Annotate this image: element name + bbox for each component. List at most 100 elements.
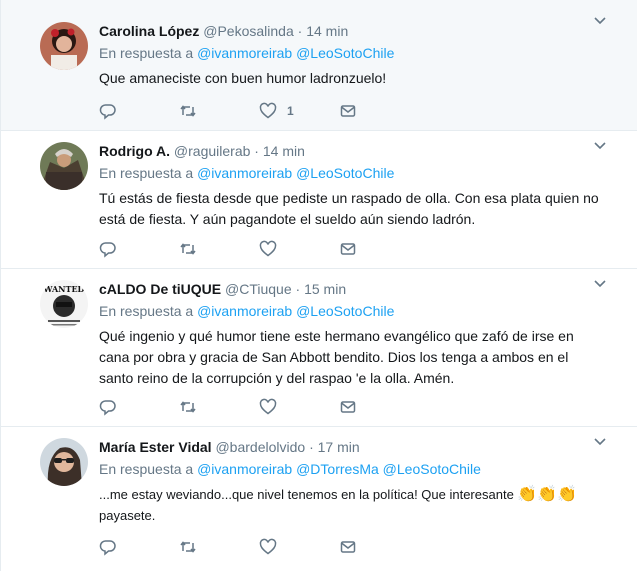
like-button[interactable]: 1	[259, 102, 339, 120]
mention-link[interactable]: @LeoSotoChile	[296, 45, 394, 61]
heart-icon	[259, 538, 277, 555]
tweet-header: Carolina López @Pekosalinda · 14 min	[99, 22, 607, 41]
like-button[interactable]	[259, 398, 339, 416]
heart-icon	[259, 398, 277, 415]
tweet-4[interactable]: María Ester Vidal @bardelolvido · 17 min…	[1, 427, 637, 570]
avatar-poster-text: WANTED	[43, 284, 85, 294]
timestamp[interactable]: 17 min	[318, 439, 360, 455]
tweet-menu-button[interactable]	[594, 438, 606, 448]
reply-timeline: Carolina López @Pekosalinda · 14 min En …	[0, 0, 637, 571]
reply-context: En respuesta a @ivanmoreirab @LeoSotoChi…	[99, 44, 607, 63]
tweet-text-line: Qué ingenio y qué humor tiene este herma…	[99, 328, 574, 344]
chevron-down-icon	[594, 438, 606, 446]
heart-icon	[259, 102, 277, 119]
tweet-header: cALDO De tiUQUE @CTiuque · 15 min	[99, 280, 607, 299]
reply-button[interactable]	[99, 538, 179, 556]
tweet-text: Que amaneciste con buen humor ladronzuel…	[99, 68, 607, 89]
tweet-menu-button[interactable]	[594, 142, 606, 152]
mention-link[interactable]: @ivanmoreirab	[197, 303, 292, 319]
retweet-icon	[180, 401, 196, 413]
chevron-down-icon	[594, 142, 606, 150]
direct-message-button[interactable]	[339, 240, 419, 258]
reply-icon	[99, 540, 116, 556]
reply-prefix: En respuesta a	[99, 45, 194, 61]
reply-context: En respuesta a @ivanmoreirab @DTorresMa …	[99, 460, 607, 479]
direct-message-button[interactable]	[339, 538, 419, 556]
chevron-down-icon	[594, 280, 606, 288]
tweet-2[interactable]: Rodrigo A. @raguilerab · 14 min En respu…	[1, 131, 637, 269]
username[interactable]: @bardelolvido	[215, 439, 305, 455]
tweet-header: Rodrigo A. @raguilerab · 14 min	[99, 142, 607, 161]
mention-link[interactable]: @LeoSotoChile	[296, 165, 394, 181]
display-name[interactable]: cALDO De tiUQUE	[99, 281, 221, 297]
timestamp[interactable]: 14 min	[263, 143, 305, 159]
tweet-header: María Ester Vidal @bardelolvido · 17 min	[99, 438, 607, 457]
mention-link[interactable]: @LeoSotoChile	[383, 461, 481, 477]
retweet-button[interactable]	[179, 102, 259, 120]
heart-icon	[259, 240, 277, 257]
mention-link[interactable]: @ivanmoreirab	[197, 461, 292, 477]
tweet-text-line: ...me estay weviando...que nivel tenemos…	[99, 484, 607, 505]
tweet-1[interactable]: Carolina López @Pekosalinda · 14 min En …	[1, 0, 637, 131]
avatar[interactable]	[40, 142, 88, 190]
reply-icon	[99, 400, 116, 416]
reply-prefix: En respuesta a	[99, 461, 194, 477]
tweet-actions: 1	[99, 102, 419, 120]
tweet-text-line: Tú estás de fiesta desde que pediste un …	[99, 190, 599, 206]
chevron-down-icon	[594, 17, 606, 25]
reply-prefix: En respuesta a	[99, 303, 194, 319]
direct-message-button[interactable]	[339, 102, 419, 120]
tweet-text: Qué ingenio y qué humor tiene este herma…	[99, 326, 607, 389]
avatar[interactable]	[40, 22, 88, 70]
reply-button[interactable]	[99, 398, 179, 416]
avatar[interactable]	[40, 438, 88, 486]
reply-icon	[99, 242, 116, 258]
retweet-icon	[180, 243, 196, 255]
username[interactable]: @Pekosalinda	[203, 23, 294, 39]
envelope-icon	[340, 401, 356, 413]
reply-button[interactable]	[99, 102, 179, 120]
avatar[interactable]: WANTED	[40, 280, 88, 328]
reply-prefix: En respuesta a	[99, 165, 194, 181]
display-name[interactable]: María Ester Vidal	[99, 439, 212, 455]
tweet-3[interactable]: WANTED cALDO De tiUQUE @CTiuque · 15 min…	[1, 269, 637, 427]
tweet-text-segment: ...me estay weviando...que nivel tenemos…	[99, 487, 514, 502]
reply-button[interactable]	[99, 240, 179, 258]
timestamp[interactable]: 14 min	[306, 23, 348, 39]
mention-link[interactable]: @DTorresMa	[296, 461, 379, 477]
tweet-menu-button[interactable]	[594, 280, 606, 290]
reply-context: En respuesta a @ivanmoreirab @LeoSotoChi…	[99, 164, 607, 183]
separator: ·	[254, 143, 259, 159]
tweet-actions	[99, 538, 419, 556]
tweet-menu-button[interactable]	[594, 17, 606, 27]
separator: ·	[309, 439, 314, 455]
like-button[interactable]	[259, 240, 339, 258]
reply-context: En respuesta a @ivanmoreirab @LeoSotoChi…	[99, 302, 607, 321]
like-button[interactable]	[259, 538, 339, 556]
reply-icon	[99, 104, 116, 120]
mention-link[interactable]: @ivanmoreirab	[197, 45, 292, 61]
tweet-text-line: cana por obra y gracia de San Abbott ben…	[99, 349, 569, 365]
retweet-button[interactable]	[179, 538, 259, 556]
retweet-button[interactable]	[179, 240, 259, 258]
envelope-icon	[340, 541, 356, 553]
mention-link[interactable]: @ivanmoreirab	[197, 165, 292, 181]
display-name[interactable]: Carolina López	[99, 23, 199, 39]
separator: ·	[297, 23, 303, 39]
mention-link[interactable]: @LeoSotoChile	[296, 303, 394, 319]
envelope-icon	[340, 243, 356, 255]
username[interactable]: @raguilerab	[174, 143, 250, 159]
retweet-button[interactable]	[179, 398, 259, 416]
like-count: 1	[287, 104, 294, 118]
display-name[interactable]: Rodrigo A.	[99, 143, 170, 159]
direct-message-button[interactable]	[339, 398, 419, 416]
clapping-hands-emoji: 👏👏👏	[517, 486, 578, 503]
retweet-icon	[180, 541, 196, 553]
tweet-actions	[99, 398, 419, 416]
tweet-text: Tú estás de fiesta desde que pediste un …	[99, 188, 607, 230]
tweet-text-line: está de fiesta. Y aún pagandote el sueld…	[99, 211, 476, 227]
username[interactable]: @CTiuque	[225, 281, 292, 297]
tweet-text-line: payasete.	[99, 508, 156, 523]
envelope-icon	[340, 105, 356, 117]
timestamp[interactable]: 15 min	[304, 281, 346, 297]
